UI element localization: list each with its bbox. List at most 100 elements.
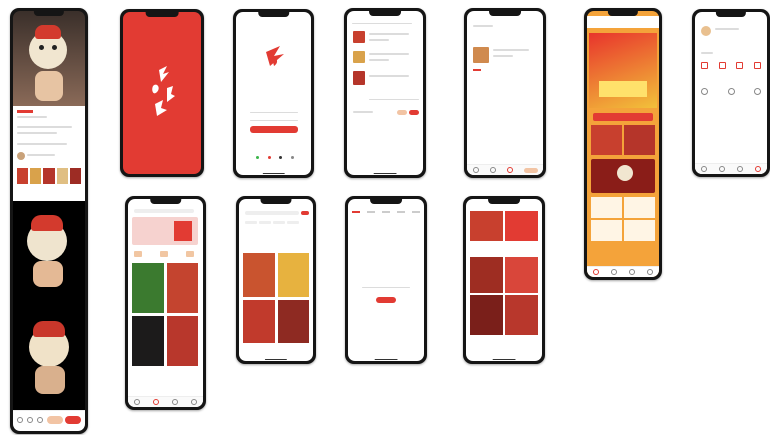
feed-card[interactable] bbox=[132, 263, 164, 313]
store-icon[interactable] bbox=[17, 417, 23, 423]
category-icon[interactable] bbox=[489, 167, 496, 173]
verification-code-field[interactable] bbox=[250, 120, 298, 121]
qq-icon[interactable] bbox=[279, 156, 283, 159]
tab-category[interactable] bbox=[134, 251, 142, 257]
home-icon[interactable] bbox=[472, 167, 479, 173]
tab-filter[interactable] bbox=[367, 211, 375, 213]
profile-icon[interactable] bbox=[755, 166, 761, 172]
service-row bbox=[701, 88, 761, 95]
history-tags bbox=[245, 221, 307, 224]
tab-filter[interactable] bbox=[352, 211, 360, 213]
tab-filter[interactable] bbox=[397, 211, 405, 213]
feed-card[interactable] bbox=[166, 316, 198, 366]
feed-card[interactable] bbox=[470, 211, 503, 241]
feed-card[interactable] bbox=[166, 263, 198, 313]
history-tag[interactable] bbox=[245, 221, 257, 224]
tab-filter[interactable] bbox=[412, 211, 420, 213]
phone-activity bbox=[584, 8, 662, 280]
product-card[interactable] bbox=[591, 220, 622, 241]
screen-activity bbox=[587, 11, 659, 277]
cart-icon[interactable] bbox=[37, 417, 43, 423]
phone-product-detail bbox=[10, 8, 88, 434]
category-icon[interactable] bbox=[719, 166, 725, 172]
product-card[interactable] bbox=[591, 125, 622, 155]
result-grid bbox=[243, 253, 309, 343]
product-card[interactable] bbox=[624, 220, 655, 241]
feed-card[interactable] bbox=[470, 295, 503, 335]
pending-shipment-icon[interactable] bbox=[718, 62, 726, 69]
login-button[interactable] bbox=[250, 126, 298, 133]
search-bar[interactable] bbox=[134, 209, 194, 213]
delete-button[interactable] bbox=[409, 110, 419, 115]
home-icon[interactable] bbox=[701, 166, 707, 172]
feed-card[interactable] bbox=[505, 257, 538, 293]
brand-logo bbox=[266, 46, 284, 66]
home-icon[interactable] bbox=[593, 269, 599, 275]
variant-thumb[interactable] bbox=[43, 168, 55, 184]
service-icon[interactable] bbox=[27, 417, 33, 423]
screen-empty-state bbox=[348, 199, 424, 361]
screen-profile bbox=[695, 12, 767, 174]
add-to-cart-button[interactable] bbox=[47, 416, 63, 424]
history-tag[interactable] bbox=[259, 221, 271, 224]
pay-button[interactable] bbox=[523, 167, 538, 173]
product-card[interactable] bbox=[624, 125, 655, 155]
top-nav bbox=[587, 16, 659, 28]
review-icon[interactable] bbox=[753, 62, 761, 69]
support-icon[interactable] bbox=[754, 88, 761, 95]
variant-thumb[interactable] bbox=[56, 168, 68, 184]
feed-card[interactable] bbox=[505, 295, 538, 335]
address-icon[interactable] bbox=[701, 88, 708, 95]
feed-grid bbox=[132, 263, 198, 389]
profile-icon[interactable] bbox=[190, 399, 197, 405]
filter-tabs bbox=[352, 211, 420, 213]
product-card[interactable] bbox=[591, 197, 622, 218]
gallery-image bbox=[13, 201, 85, 311]
tab-filter[interactable] bbox=[382, 211, 390, 213]
tab-category[interactable] bbox=[186, 251, 194, 257]
weibo-icon[interactable] bbox=[267, 156, 271, 159]
cart-icon[interactable] bbox=[171, 399, 178, 405]
empty-message bbox=[362, 287, 410, 288]
search-button[interactable] bbox=[301, 211, 309, 215]
wechat-icon[interactable] bbox=[256, 156, 259, 159]
result-card[interactable] bbox=[277, 253, 309, 297]
tab-category[interactable] bbox=[160, 251, 168, 257]
variant-thumb[interactable] bbox=[17, 168, 29, 184]
result-card[interactable] bbox=[243, 253, 275, 297]
tab-bar bbox=[128, 396, 203, 407]
phone-search bbox=[236, 196, 316, 364]
cart-icon[interactable] bbox=[506, 167, 513, 173]
result-card[interactable] bbox=[277, 299, 309, 343]
go-shopping-button[interactable] bbox=[376, 297, 396, 303]
bottom-action-bar bbox=[13, 410, 85, 431]
checkout-button[interactable] bbox=[397, 110, 407, 115]
feed-card[interactable] bbox=[505, 211, 538, 241]
cart-icon[interactable] bbox=[737, 166, 743, 172]
feed-card[interactable] bbox=[132, 316, 164, 366]
cart-icon[interactable] bbox=[629, 269, 635, 275]
category-icon[interactable] bbox=[611, 269, 617, 275]
search-input[interactable] bbox=[245, 211, 299, 215]
profile-icon[interactable] bbox=[647, 269, 653, 275]
avatar[interactable] bbox=[701, 26, 711, 36]
phone-category-feed bbox=[463, 196, 545, 364]
variant-thumb[interactable] bbox=[69, 168, 82, 184]
coupon-icon[interactable] bbox=[727, 88, 735, 95]
pending-payment-icon[interactable] bbox=[701, 62, 708, 69]
history-tag[interactable] bbox=[273, 221, 285, 224]
variant-thumb-row bbox=[17, 168, 82, 184]
pending-receipt-icon[interactable] bbox=[736, 62, 744, 69]
history-tag[interactable] bbox=[287, 221, 299, 224]
phone-order bbox=[464, 8, 546, 178]
product-card[interactable] bbox=[624, 197, 655, 218]
order-status-row bbox=[701, 62, 761, 69]
phone-number-field[interactable] bbox=[250, 112, 298, 113]
buy-now-button[interactable] bbox=[65, 416, 81, 424]
alipay-icon[interactable] bbox=[290, 156, 294, 159]
feed-card[interactable] bbox=[470, 257, 503, 293]
variant-thumb[interactable] bbox=[30, 168, 42, 184]
home-icon[interactable] bbox=[134, 399, 141, 405]
category-icon[interactable] bbox=[153, 399, 160, 405]
result-card[interactable] bbox=[243, 299, 275, 343]
